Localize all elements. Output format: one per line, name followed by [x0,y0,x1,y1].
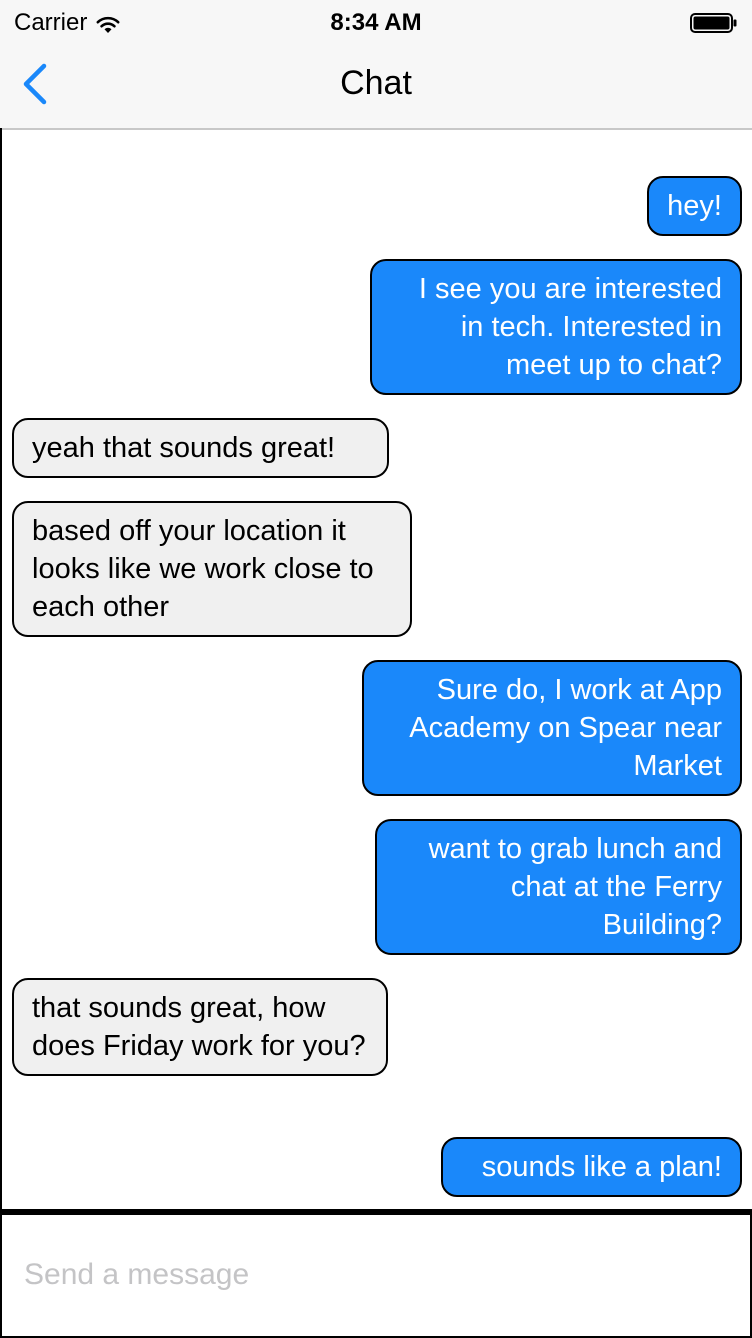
outgoing-message-bubble: Sure do, I work at App Academy on Spear … [362,660,742,796]
top-bar: Carrier 8:34 AM Chat [0,0,752,130]
outgoing-message-bubble: I see you are interested in tech. Intere… [370,259,742,395]
status-bar: Carrier 8:34 AM [0,0,752,44]
outgoing-message-bubble: hey! [647,176,742,236]
status-time: 8:34 AM [330,9,422,36]
page-title: Chat [340,64,412,102]
message-input[interactable] [22,1251,726,1299]
incoming-message-bubble: yeah that sounds great! [12,418,389,478]
outgoing-message-bubble: sounds like a plan! [441,1137,742,1197]
incoming-message-bubble: based off your location it looks like we… [12,501,412,637]
message-list: hey! I see you are interested in tech. I… [0,130,752,1210]
battery-icon [690,12,738,33]
outgoing-message-bubble: want to grab lunch and chat at the Ferry… [375,819,742,955]
message-composer [0,1215,752,1338]
chat-screen: Carrier 8:34 AM Chat hey! I see you are … [0,0,752,1338]
incoming-message-bubble: that sounds great, how does Friday work … [12,978,388,1076]
navigation-bar: Chat [0,44,752,128]
